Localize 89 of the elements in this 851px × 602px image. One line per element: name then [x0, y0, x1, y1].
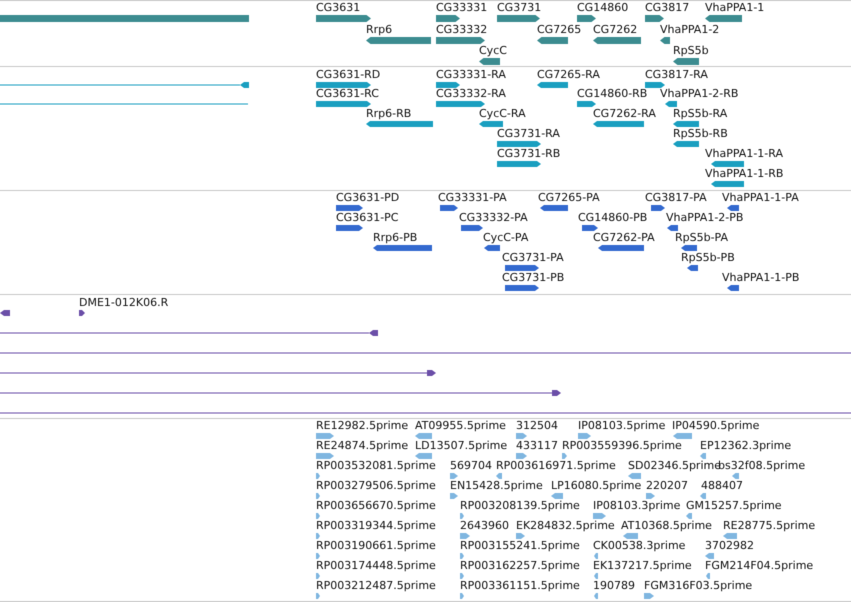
feature-label: RE24874.5prime: [316, 440, 408, 452]
feature-label: 3702982: [705, 540, 754, 552]
feature-label: CG14860: [577, 2, 628, 14]
feature-label: RE12982.5prime: [316, 420, 408, 432]
feature-label: CG33331-RA: [436, 69, 506, 81]
feature-label: CG33332-PA: [459, 212, 528, 224]
feature-label: RP003212487.5prime: [316, 580, 436, 592]
feature-label: RP003361151.5prime: [460, 580, 580, 592]
feature-label: LD13507.5prime: [415, 440, 508, 452]
feature-label: RP003656670.5prime: [316, 500, 436, 512]
feature-label: DME1-012K06.R: [79, 297, 168, 309]
feature-label: AT09955.5prime: [415, 420, 506, 432]
feature-label: CG14860-PB: [578, 212, 648, 224]
feature-label: RP003616971.5prime: [496, 460, 616, 472]
feature-label: CG33332-RA: [436, 88, 506, 100]
feature-label: CG3731: [497, 2, 542, 14]
feature-label: IP08103.3prime: [593, 500, 680, 512]
feature-label: CG7265-PA: [538, 192, 600, 204]
feature-label: RpS5b-RB: [673, 128, 728, 140]
feature-label: VhaPPA1-1: [705, 2, 764, 14]
feature-label: RpS5b-PA: [675, 232, 728, 244]
feature-label: GM15257.5prime: [686, 500, 782, 512]
feature-label: EK137217.5prime: [593, 560, 692, 572]
feature-label: CycC-RA: [479, 108, 526, 120]
feature-label: VhaPPA1-1-RB: [705, 168, 784, 180]
feature-label: CG33332: [436, 24, 488, 36]
feature-label: RpS5b: [673, 45, 709, 57]
feature-label: CycC-PA: [483, 232, 528, 244]
feature-label: Rrp6-RB: [366, 108, 412, 120]
feature-label: Rrp6: [366, 24, 392, 36]
feature-label: EN15428.5prime: [450, 480, 543, 492]
feature-label: CG3731-PB: [502, 272, 564, 284]
feature-label: VhaPPA1-2-RB: [660, 88, 738, 100]
feature-label: RE28775.5prime: [723, 520, 816, 532]
feature-label: SD02346.5prime: [628, 460, 721, 472]
feature-label: RP003559396.5prime: [562, 440, 682, 452]
feature-label: VhaPPA1-1-RA: [705, 148, 783, 160]
feature-label: CG3817: [645, 2, 690, 14]
feature-label: 312504: [516, 420, 558, 432]
feature-label: CG33331: [436, 2, 488, 14]
feature-label: RP003532081.5prime: [316, 460, 436, 472]
feature-label: CG3631-RC: [316, 88, 379, 100]
feature-label: CG3731-RB: [497, 148, 560, 160]
feature-label: EK284832.5prime: [516, 520, 615, 532]
feature-label: CycC: [479, 45, 507, 57]
feature-label: 433117: [516, 440, 558, 452]
feature-label: 220207: [646, 480, 688, 492]
feature-label: Rrp6-PB: [373, 232, 418, 244]
feature-label: IP08103.5prime: [578, 420, 666, 432]
feature-label: CG3631-PC: [336, 212, 398, 224]
feature-label: CG3631-RD: [316, 69, 380, 81]
feature-label: FGM316F03.5prime: [644, 580, 752, 592]
feature-label: CG7262: [593, 24, 638, 36]
feature-label: bs32f08.5prime: [718, 460, 806, 472]
feature-label: FGM214F04.5prime: [705, 560, 814, 572]
feature-label: CG3731-RA: [497, 128, 560, 140]
feature-label: CG33331-PA: [438, 192, 507, 204]
feature-label: LP16080.5prime: [551, 480, 642, 492]
feature-label: EP12362.3prime: [700, 440, 792, 452]
feature-label: CG7265: [537, 24, 582, 36]
feature-label: RpS5b-RA: [673, 108, 728, 120]
feature-label: RP003319344.5prime: [316, 520, 436, 532]
feature-label: RP003208139.5prime: [460, 500, 580, 512]
feature-label: CG14860-RB: [577, 88, 648, 100]
feature-label: AT10368.5prime: [621, 520, 712, 532]
feature-label: RpS5b-PB: [681, 252, 735, 264]
feature-label: 569704: [450, 460, 492, 472]
feature-label: 488407: [701, 480, 743, 492]
feature-label: RP003190661.5prime: [316, 540, 436, 552]
feature-label: VhaPPA1-2: [660, 24, 720, 36]
feature-label: RP003155241.5prime: [460, 540, 580, 552]
feature-label: 2643960: [460, 520, 509, 532]
feature-label: CG3731-PA: [502, 252, 564, 264]
feature-label: CK00538.3prime: [593, 540, 686, 552]
feature-label: 190789: [593, 580, 635, 592]
feature-label: VhaPPA1-1-PB: [722, 272, 800, 284]
feature-label: RP003162257.5prime: [460, 560, 580, 572]
feature-label: VhaPPA1-2-PB: [666, 212, 744, 224]
feature-label: CG3817-PA: [645, 192, 707, 204]
feature-label: RP003174448.5prime: [316, 560, 436, 572]
feature-label: IP04590.5prime: [672, 420, 760, 432]
feature-label: CG7262-RA: [593, 108, 656, 120]
feature-label: CG7262-PA: [593, 232, 655, 244]
feature-label: RP003279506.5prime: [316, 480, 436, 492]
feature-label: CG3631: [316, 2, 360, 14]
feature-label: VhaPPA1-1-PA: [722, 192, 799, 204]
feature-label: CG3817-RA: [645, 69, 708, 81]
feature-label: CG3631-PD: [336, 192, 400, 204]
feature-label: CG7265-RA: [537, 69, 600, 81]
